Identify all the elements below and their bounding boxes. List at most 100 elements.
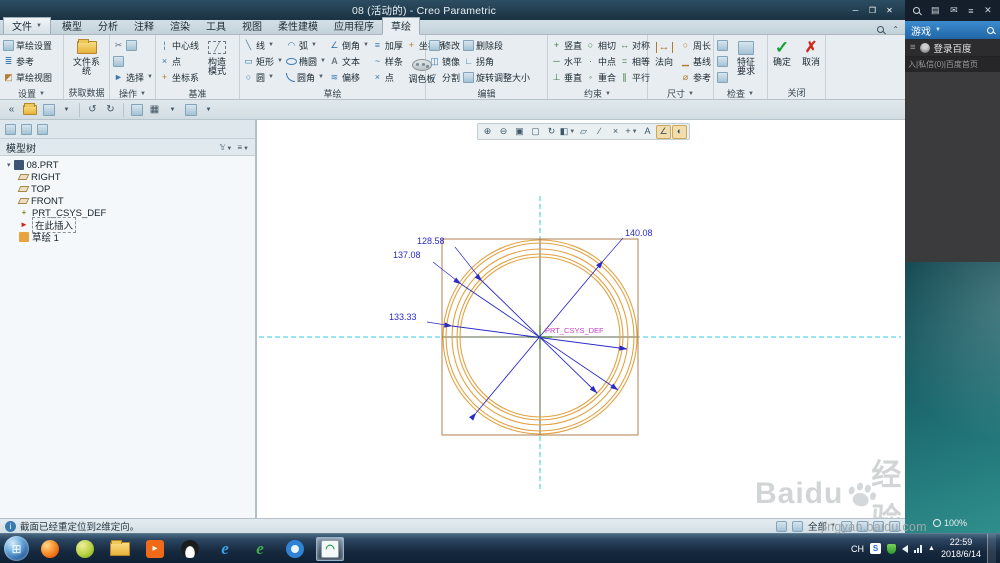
coincident-constraint-button[interactable]: ◦ 重合	[585, 69, 616, 85]
symmetric-constraint-button[interactable]: ↔ 对称	[619, 37, 650, 53]
thicken-button[interactable]: ≡ 加厚	[372, 37, 403, 53]
feature-requirements-button[interactable]: 特征要求	[731, 37, 761, 78]
minimize-button[interactable]: ─	[848, 4, 863, 17]
arc-button[interactable]: ◠ 弧 ▼	[286, 37, 326, 53]
panel-collapse-icon[interactable]: «	[4, 102, 19, 117]
game-row[interactable]: 游戏 ▼	[905, 21, 1000, 39]
datum-csys-toggle-icon[interactable]: + ▼	[624, 125, 639, 139]
start-button[interactable]: ⊞	[4, 536, 29, 561]
highlight-open-ends-icon[interactable]	[717, 55, 728, 67]
tab-tools[interactable]: 工具	[198, 18, 234, 34]
centerline-button[interactable]: ¦ 中心线	[159, 37, 199, 53]
zoom-window-icon[interactable]: ▢	[528, 125, 543, 139]
select-button[interactable]: ► 选择 ▼	[113, 69, 153, 85]
group-label-constrain[interactable]: 约束 ▼	[548, 87, 647, 100]
cancel-button[interactable]: ✗ 取消	[798, 37, 824, 68]
delete-segment-button[interactable]: 删除段	[463, 37, 530, 53]
midpoint-constraint-button[interactable]: · 中点	[585, 53, 616, 69]
repaint-icon[interactable]: ↻	[544, 125, 559, 139]
tab-annotate[interactable]: 注释	[126, 18, 162, 34]
sketch-display-icon[interactable]: ∠	[656, 124, 671, 139]
ok-button[interactable]: ✓ 确定	[769, 37, 795, 68]
account-links-row[interactable]: 入|私信(0)|百度首页	[905, 57, 1000, 72]
group-label-dimension[interactable]: 尺寸 ▼	[648, 87, 713, 100]
network-icon[interactable]	[914, 544, 923, 553]
search-icon[interactable]	[913, 7, 921, 14]
shade-closed-loops-icon[interactable]	[717, 71, 728, 83]
csys-label[interactable]: PRT_CSYS_DEF	[545, 326, 604, 335]
line-button[interactable]: ╲ 线 ▼	[243, 37, 283, 53]
taskbar-storm-player[interactable]: ▸	[141, 537, 169, 561]
datum-planes-toggle-icon[interactable]: ▱	[576, 125, 591, 139]
group-label-inspect[interactable]: 检查 ▼	[714, 87, 767, 100]
tree-item-part[interactable]: ▾ 08.PRT	[0, 159, 255, 171]
save-icon[interactable]	[41, 102, 56, 117]
group-label-setup[interactable]: 设置 ▼	[0, 87, 63, 100]
tab-flexible-modeling[interactable]: 柔性建模	[270, 18, 326, 34]
taskbar-green-browser[interactable]: e	[246, 537, 274, 561]
input-method-icon[interactable]: S	[870, 543, 882, 554]
tree-item-sketch[interactable]: 草绘 1	[0, 231, 255, 244]
search-icon[interactable]	[987, 26, 994, 34]
paste-icon[interactable]	[113, 55, 124, 67]
cut-icon[interactable]: ✂	[113, 40, 124, 51]
perpendicular-constraint-button[interactable]: ⊥ 垂直	[551, 69, 582, 85]
datum-points-toggle-icon[interactable]: ×	[608, 125, 623, 139]
taskbar-media-player[interactable]	[71, 537, 99, 561]
tree-item-right-plane[interactable]: RIGHT	[0, 171, 255, 183]
tree-filter-icon[interactable]: 𝕐▼	[220, 143, 233, 152]
close-button[interactable]: ✕	[882, 4, 897, 17]
show-desktop-button[interactable]	[987, 533, 996, 563]
mirror-button[interactable]: ◫ 镜像	[429, 53, 460, 69]
rotate-resize-button[interactable]: 旋转调整大小	[463, 69, 530, 85]
volume-icon[interactable]	[902, 544, 909, 553]
divide-button[interactable]: ∕ 分割	[429, 69, 460, 85]
perimeter-dimension-button[interactable]: ○ 周长	[680, 37, 711, 53]
offset-button[interactable]: ≋ 偏移	[329, 69, 369, 85]
reference-dimension-button[interactable]: ⌀ 参考	[680, 69, 711, 85]
login-row[interactable]: ≡ 登录百度	[905, 39, 1000, 57]
sketch-view-button[interactable]: ◩ 草绘视图	[3, 69, 52, 85]
tangent-constraint-button[interactable]: ○ 相切	[585, 37, 616, 53]
zoom-out-icon[interactable]: ⊖	[496, 125, 511, 139]
baseline-dimension-button[interactable]: ▁ 基线	[680, 53, 711, 69]
file-system-button[interactable]: 文件系统	[68, 37, 106, 78]
window-icon[interactable]: ▦	[147, 102, 162, 117]
sketch-orientation-icon[interactable]: ◐	[672, 124, 687, 139]
refit-icon[interactable]: ▣	[512, 125, 527, 139]
mail-icon[interactable]: ✉	[950, 5, 958, 16]
tree-item-top-plane[interactable]: TOP	[0, 183, 255, 195]
horizontal-constraint-button[interactable]: ─ 水平	[551, 53, 582, 69]
regenerate-icon[interactable]	[129, 102, 144, 117]
chevron-down-icon[interactable]: ▼	[201, 102, 216, 117]
find-icon[interactable]	[792, 520, 804, 532]
annotation-display-icon[interactable]: A	[640, 125, 655, 139]
dimension-137[interactable]: 137.08	[393, 250, 421, 260]
sketch-setup-button[interactable]: 草绘设置	[3, 37, 52, 53]
normal-dimension-button[interactable]: ↔ 法向	[651, 37, 677, 68]
text-button[interactable]: A 文本	[329, 53, 369, 69]
display-settings-icon[interactable]	[183, 102, 198, 117]
zoom-in-icon[interactable]: ⊕	[480, 125, 495, 139]
add-icon[interactable]	[37, 123, 48, 135]
close-icon[interactable]: ✕	[984, 5, 992, 16]
equal-constraint-button[interactable]: = 相等	[619, 53, 650, 69]
menu-icon[interactable]: ≡	[968, 6, 973, 16]
taskbar-qq[interactable]	[176, 537, 204, 561]
grid-icon[interactable]: ▤	[931, 5, 940, 16]
tab-applications[interactable]: 应用程序	[326, 18, 382, 34]
tree-settings-icon[interactable]: ≡▼	[237, 143, 249, 152]
tab-render[interactable]: 渲染	[162, 18, 198, 34]
fillet-button[interactable]: 圆角 ▼	[285, 69, 326, 85]
ellipse-button[interactable]: 椭圆 ▼	[285, 53, 326, 69]
corner-button[interactable]: ∟ 拐角	[463, 53, 530, 69]
expand-icon[interactable]: ▾	[7, 161, 11, 169]
taskbar-creo-active[interactable]: ◠	[316, 536, 344, 561]
select-items-icon[interactable]	[776, 520, 788, 532]
tree-item-front-plane[interactable]: FRONT	[0, 195, 255, 207]
taskbar-360-browser[interactable]	[281, 537, 309, 561]
dimension-133[interactable]: 133.33	[389, 312, 417, 322]
tab-model[interactable]: 模型	[54, 18, 90, 34]
redo-icon[interactable]: ↻	[103, 102, 118, 117]
display-style-icon[interactable]: ◧ ▼	[560, 125, 575, 139]
